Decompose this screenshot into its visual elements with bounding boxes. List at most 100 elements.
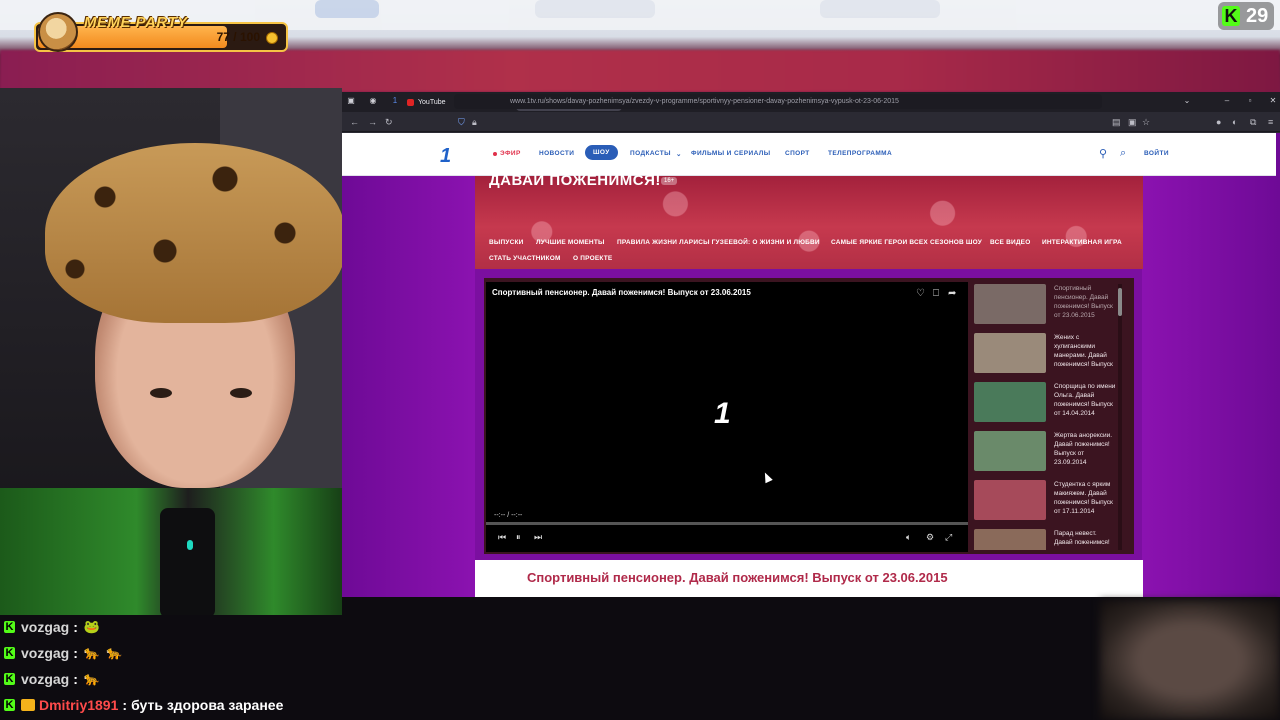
forward-icon[interactable]: → [368,117,377,127]
webpage: 1 ЭФИР НОВОСТИ ШОУ ПОДКАСТЫ ⌄ ФИЛЬМЫ И С… [342,133,1280,597]
navigation-bar [342,113,1280,132]
minimize-icon[interactable]: – [1222,96,1232,106]
shield-icon[interactable]: ⛉ [458,117,465,128]
video-thumbnail [974,333,1046,373]
emote-icon: 🐸 [83,619,101,634]
eye-left [150,388,172,398]
reload-icon[interactable]: ↻ [385,117,393,128]
nav-efir[interactable]: ЭФИР [500,150,521,157]
show-banner: ДАВАЙ ПОЖЕНИМСЯ! 16+ ВЫПУСКИ ЛУЧШИЕ МОМЕ… [475,172,1143,269]
chat-separator: : [122,697,128,713]
chat-message: K vozgag : 🐸 [4,616,100,638]
emote-icon: 🐆 [83,645,101,660]
meme-party-widget: MEME PARTY 77 / 100 [34,12,288,52]
nav-podcasts[interactable]: ПОДКАСТЫ [630,150,671,157]
viewer-count: 29 [1246,4,1269,27]
nav-login[interactable]: ВОЙТИ [1144,150,1169,157]
nav-films[interactable]: ФИЛЬМЫ И СЕРИАЛЫ [691,150,771,157]
video-screen[interactable]: Спортивный пенсионер. Давай поженимся! В… [486,282,968,552]
video-caption: Жених с хулиганскими манерами. Давай пож… [1054,334,1113,368]
video-title: Спортивный пенсионер. Давай поженимся! В… [492,288,751,297]
chevron-down-icon[interactable]: ⌄ [1182,96,1192,106]
blurred-corner [1100,600,1280,720]
channel-one-watermark-icon: 1 [714,397,731,430]
address-bar[interactable]: www.1tv.ru/shows/davay-pozhenimsya/zvezd… [454,94,1102,109]
video-progress-bar[interactable] [486,522,968,525]
chat-username: vozgag [21,671,70,687]
subnav-item[interactable]: САМЫЕ ЯРКИЕ ГЕРОИ ВСЕХ СЕЗОНОВ ШОУ [831,239,982,246]
lock-icon[interactable]: 🔒︎ [472,117,477,128]
menu-icon[interactable]: ≡ [1268,117,1273,127]
emote-icon: 🐆 [83,671,101,686]
kick-logo-icon: K [1222,6,1240,26]
subnav-item[interactable]: СТАТЬ УЧАСТНИКОМ [489,255,561,262]
page-side-right [1142,133,1280,597]
video-caption: Спорщица по имени Ольга. Давай поженимся… [1054,383,1116,417]
recommended-list: Спортивный пенсионер. Давай поженимся! В… [974,284,1124,550]
chat-separator: : [73,671,78,687]
list-item[interactable]: Парад невест. Давай поженимся! [974,529,1124,550]
search-icon[interactable]: ⌕ [1120,147,1126,160]
previous-icon[interactable]: ⏮ [498,532,506,543]
back-icon[interactable]: ← [350,117,359,127]
list-item[interactable]: Спортивный пенсионер. Давай поженимся! В… [974,284,1124,328]
page-side-left [342,133,475,597]
location-icon[interactable]: ⚲ [1099,147,1107,160]
tab-label: YouTube [418,99,446,106]
share-icon[interactable]: ➦ [948,288,956,299]
subnav-item[interactable]: ЛУЧШИЕ МОМЕНТЫ [536,239,605,246]
maximize-icon[interactable]: ▫ [1245,96,1255,106]
bookmark-star-icon[interactable]: ☆ [1142,117,1150,128]
scrollbar-thumb[interactable] [1118,288,1122,316]
video-player: Спортивный пенсионер. Давай поженимся! В… [484,278,1134,554]
nav-sport[interactable]: СПОРТ [785,150,810,157]
video-caption: Спортивный пенсионер. Давай поженимся! В… [1054,285,1113,319]
subnav-item[interactable]: ИНТЕРАКТИВНАЯ ИГРА [1042,239,1122,246]
close-window-icon[interactable]: ✕ [1268,96,1278,106]
extension-icon[interactable]: ● [1216,117,1221,127]
live-dot-icon [493,152,497,156]
emote-icon: 🐆 [106,645,123,660]
eye-right [230,388,252,398]
list-item[interactable]: Студентка с ярким макияжем. Давай пожени… [974,480,1124,524]
pause-icon[interactable]: ⏸ [516,532,521,543]
nav-shows[interactable]: ШОУ [585,145,618,160]
list-item[interactable]: Жертва анорексии. Давай поженимся! Выпус… [974,431,1124,475]
video-caption: Жертва анорексии. Давай поженимся! Выпус… [1054,432,1113,466]
chat-separator: : [73,645,78,661]
list-item[interactable]: Спорщица по имени Ольга. Давай поженимся… [974,382,1124,426]
pinned-1tv-icon[interactable]: 1 [390,96,400,106]
pip-icon[interactable]: ▣ [1128,117,1137,128]
channel-one-logo[interactable]: 1 [440,145,451,168]
subnav-item[interactable]: ВСЕ ВИДЕО [990,239,1030,246]
chat-username: vozgag [21,645,70,661]
settings-icon[interactable]: ⚙ [926,532,934,543]
mic-led [187,540,193,550]
site-header: 1 ЭФИР НОВОСТИ ШОУ ПОДКАСТЫ ⌄ ФИЛЬМЫ И С… [342,133,1276,176]
subnav-item[interactable]: О ПРОЕКТЕ [573,255,612,262]
scrollbar[interactable] [1118,284,1122,550]
chat-message: K vozgag : 🐆 [4,668,100,690]
video-thumbnail [974,382,1046,422]
bookmark-icon[interactable]: ⎕ [933,288,939,299]
meme-count: 77 / 100 [216,30,260,44]
microphone [160,508,215,615]
nav-tv[interactable]: ТЕЛЕПРОГРАММА [828,150,892,157]
next-icon[interactable]: ⏭ [534,532,542,543]
subnav-item[interactable]: ВЫПУСКИ [489,239,524,246]
fullscreen-icon[interactable]: ⤢ [945,532,952,543]
reader-icon[interactable]: ▤ [1112,117,1121,128]
mute-icon[interactable]: 🔈︎ [906,532,911,543]
list-item[interactable]: Жених с хулиганскими манерами. Давай пож… [974,333,1124,377]
subnav-item[interactable]: ПРАВИЛА ЖИЗНИ ЛАРИСЫ ГУЗЕЕВОЙ: О ЖИЗНИ И… [617,239,820,246]
tab-list-icon[interactable]: ▣ [346,96,356,106]
nav-news[interactable]: НОВОСТИ [539,150,574,157]
video-time: --:-- / --:-- [494,512,523,519]
chat-message: K vozgag : 🐆 🐆 [4,642,122,664]
chat-icon[interactable]: ◉ [368,96,378,106]
browser-window: ▣ ◉ 1 YouTube ✕ Спортивный пенсионер. Да… [342,92,1280,597]
extensions-icon[interactable]: ⧉ [1250,117,1256,128]
chat-username: vozgag [21,619,70,635]
profile-icon[interactable]: ◐ [1232,117,1237,127]
heart-icon[interactable]: ♡ [916,288,925,299]
